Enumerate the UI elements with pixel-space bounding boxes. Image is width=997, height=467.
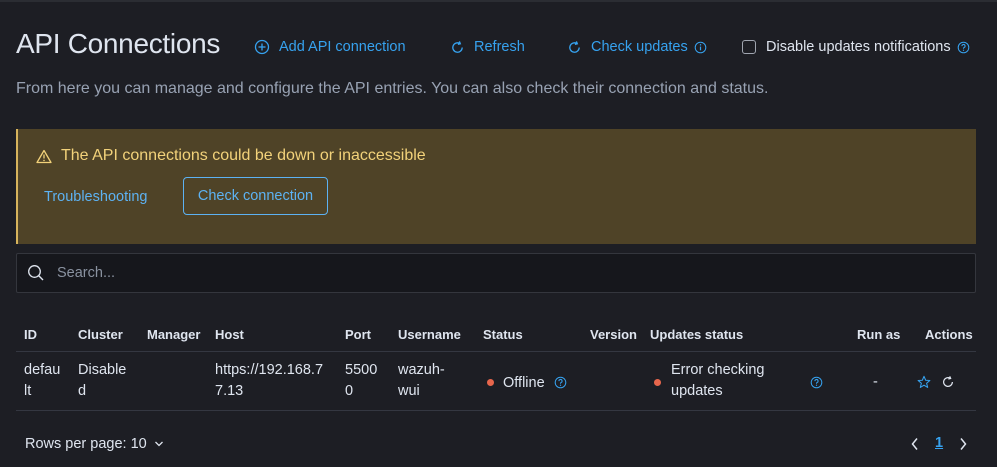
- help-icon[interactable]: [554, 376, 567, 389]
- cell-username: wazuh- wui: [398, 360, 445, 402]
- column-header-version[interactable]: Version: [590, 327, 637, 342]
- check-updates-label: Check updates: [591, 39, 688, 55]
- star-icon[interactable]: [917, 375, 931, 389]
- disable-updates-notifications-label: Disable updates notifications: [766, 39, 951, 55]
- cell-cluster-line: d: [78, 383, 87, 399]
- chevron-right-icon[interactable]: [958, 436, 968, 452]
- column-header-run-as: Run as: [857, 327, 901, 342]
- table-row-divider: [16, 410, 976, 411]
- refresh-icon[interactable]: [941, 375, 955, 389]
- column-header-username[interactable]: Username: [398, 327, 461, 342]
- cell-run-as: -: [873, 374, 878, 390]
- chevron-down-icon: [154, 441, 163, 447]
- cell-host: https://192.168.7 7.13: [215, 360, 323, 402]
- column-header-updates-status[interactable]: Updates status: [650, 327, 743, 342]
- top-divider: [0, 0, 997, 2]
- warning-callout: The API connections could be down or ina…: [16, 129, 976, 244]
- rows-per-page-button[interactable]: Rows per page: 10: [25, 436, 164, 452]
- cell-updates-status-line: updates: [671, 383, 723, 399]
- warning-icon: [36, 149, 52, 163]
- disable-updates-notifications-checkbox[interactable]: [742, 40, 756, 54]
- check-connection-button[interactable]: Check connection: [183, 177, 328, 215]
- cell-port-line: 5500: [345, 362, 378, 378]
- status-offline-dot: [487, 379, 494, 386]
- cell-updates-status-line: Error checking: [671, 362, 765, 378]
- updates-error-dot: [654, 379, 661, 386]
- cell-id: defau lt: [24, 360, 60, 402]
- disable-updates-notifications: Disable updates notifications: [742, 36, 970, 58]
- column-header-manager[interactable]: Manager: [147, 327, 200, 342]
- add-api-connection-button[interactable]: Add API connection: [254, 36, 406, 58]
- column-header-port[interactable]: Port: [345, 327, 371, 342]
- column-header-cluster[interactable]: Cluster: [78, 327, 123, 342]
- rows-per-page-label: Rows per page: 10: [25, 436, 147, 452]
- search-icon: [28, 265, 44, 281]
- status-label: Offline: [503, 374, 545, 391]
- add-api-connection-label: Add API connection: [279, 39, 406, 55]
- troubleshooting-link[interactable]: Troubleshooting: [44, 189, 147, 205]
- search-bar: [16, 253, 976, 293]
- column-header-status[interactable]: Status: [483, 327, 523, 342]
- info-icon[interactable]: [694, 41, 707, 54]
- search-input[interactable]: [55, 264, 939, 282]
- cell-cluster: Disable d: [78, 360, 126, 402]
- callout-title: The API connections could be down or ina…: [36, 147, 426, 165]
- refresh-button[interactable]: Refresh: [450, 36, 525, 58]
- page-title: API Connections: [16, 28, 221, 59]
- refresh-icon: [569, 40, 580, 53]
- column-header-host[interactable]: Host: [215, 327, 244, 342]
- chevron-left-icon[interactable]: [910, 436, 920, 452]
- callout-title-text: The API connections could be down or ina…: [61, 147, 426, 164]
- cell-port-line: 0: [345, 383, 354, 399]
- column-header-actions: Actions: [925, 327, 973, 342]
- cell-username-line: wazuh-: [398, 362, 445, 378]
- refresh-icon: [452, 40, 463, 53]
- plus-circle-icon: [254, 39, 270, 55]
- cell-username-line: wui: [398, 383, 420, 399]
- help-icon[interactable]: [810, 376, 823, 389]
- check-updates-button[interactable]: Check updates: [567, 36, 716, 58]
- page-number-current[interactable]: 1: [935, 435, 943, 451]
- page-description: From here you can manage and configure t…: [16, 80, 769, 97]
- cell-status: Offline: [487, 372, 567, 393]
- cell-host-line: 7.13: [215, 383, 244, 399]
- cell-host-line: https://192.168.7: [215, 362, 324, 378]
- help-icon[interactable]: [957, 41, 970, 54]
- cell-id-line: defau: [24, 362, 61, 378]
- cell-id-line: lt: [24, 383, 32, 399]
- refresh-label: Refresh: [474, 39, 525, 55]
- column-header-id[interactable]: ID: [24, 327, 37, 342]
- table-header-divider: [16, 351, 976, 352]
- cell-cluster-line: Disable: [78, 362, 127, 378]
- cell-updates-status: Error checking updates: [671, 360, 764, 402]
- cell-port: 5500 0: [345, 360, 377, 402]
